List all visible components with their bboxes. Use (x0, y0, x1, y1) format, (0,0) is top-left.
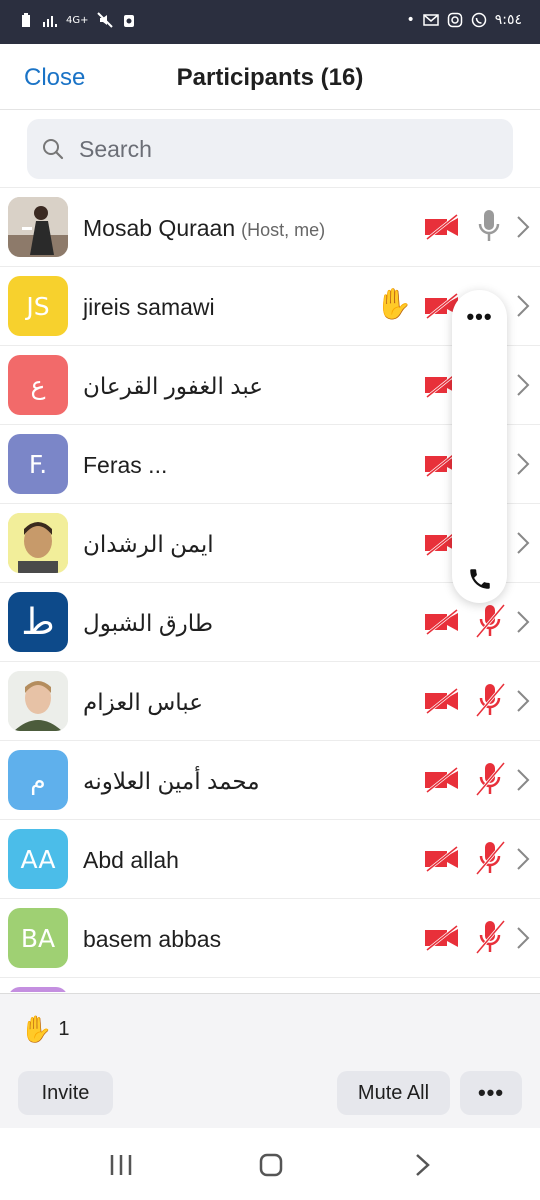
participant-name: عبد الغفور القرعان (83, 373, 263, 399)
avatar (8, 197, 68, 257)
chevron-right-icon[interactable] (516, 610, 530, 634)
video-off-icon (425, 767, 458, 793)
participant-row[interactable]: BA basem abbas (0, 899, 540, 978)
video-off-icon (425, 925, 458, 951)
avatar (8, 987, 68, 992)
participant-name: عباس العزام (83, 689, 203, 715)
participant-name: Feras ... (83, 452, 168, 478)
more-options-button[interactable]: ••• (452, 304, 507, 330)
video-off-icon (425, 214, 458, 240)
system-nav-bar (0, 1128, 540, 1200)
avatar-photo (8, 513, 68, 573)
clock: ٩:٥٤ (494, 12, 522, 28)
back-icon[interactable] (414, 1152, 432, 1178)
participant-name: طارق الشبول (83, 610, 214, 636)
floating-action-panel: ••• (452, 290, 507, 603)
raised-hands-summary[interactable]: ✋ 1 (20, 1014, 70, 1045)
avatar-initials: BA (20, 923, 56, 953)
host-tag: (Host, me) (241, 220, 326, 240)
whatsapp-icon (471, 12, 486, 28)
name-text: Mosab Quraan (83, 215, 236, 241)
network-type: 4G+ (66, 14, 89, 26)
raised-hands-count: 1 (58, 1018, 70, 1040)
chevron-right-icon[interactable] (516, 768, 530, 792)
avatar-initials: ط (21, 601, 55, 643)
search-input[interactable] (79, 131, 499, 167)
participant-row[interactable] (0, 978, 540, 992)
avatar: F. (8, 434, 68, 494)
participant-name: Abd allah (83, 847, 179, 873)
chevron-right-icon[interactable] (516, 531, 530, 555)
status-right: • ٩:٥٤ (406, 12, 522, 28)
video-off-icon (425, 609, 458, 635)
participant-row[interactable]: AA Abd allah (0, 820, 540, 899)
avatar-photo (8, 671, 68, 731)
avatar: م (8, 750, 68, 810)
chevron-right-icon[interactable] (516, 373, 530, 397)
search-bar[interactable] (27, 119, 513, 179)
video-off-icon (425, 846, 458, 872)
more-button[interactable]: ••• (460, 1071, 522, 1115)
participant-row[interactable]: Mosab Quraan (Host, me) (0, 188, 540, 267)
avatar: ط (8, 592, 68, 652)
participant-name: محمد أمين العلاونه (83, 768, 260, 794)
chevron-right-icon[interactable] (516, 215, 530, 239)
chevron-right-icon[interactable] (516, 926, 530, 950)
gmail-icon (422, 14, 439, 26)
avatar-photo (8, 197, 68, 257)
status-bar: 4G+ • ٩:٥٤ (0, 0, 540, 44)
participant-name: basem abbas (83, 926, 222, 952)
recycle-icon (123, 15, 134, 27)
dot-icon: • (406, 12, 415, 28)
mic-muted-icon (475, 604, 506, 638)
raised-hand-icon: ✋ (375, 288, 413, 321)
battery-icon (22, 13, 30, 27)
avatar-initials: F. (28, 449, 48, 479)
mic-muted-icon (475, 762, 506, 796)
mute-icon (96, 12, 113, 28)
status-left: 4G+ (18, 12, 137, 28)
avatar (8, 671, 68, 731)
raised-hand-icon: ✋ (20, 1014, 53, 1044)
avatar-initials: م (30, 765, 46, 795)
participant-name: ايمن الرشدان (83, 531, 214, 557)
participant-row[interactable]: م محمد أمين العلاونه (0, 741, 540, 820)
avatar: ع (8, 355, 68, 415)
mic-muted-icon (475, 920, 506, 954)
participant-name: jireis samawi (83, 294, 215, 320)
chevron-right-icon[interactable] (516, 452, 530, 476)
chevron-right-icon[interactable] (516, 294, 530, 318)
avatar-initials: AA (20, 844, 56, 874)
chevron-right-icon[interactable] (516, 689, 530, 713)
phone-icon[interactable] (467, 566, 493, 592)
mic-icon (478, 210, 500, 241)
participant-row[interactable]: عباس العزام (0, 662, 540, 741)
home-icon[interactable] (258, 1152, 284, 1178)
avatar-initials: JS (26, 291, 50, 321)
page-title: Participants (16) (176, 64, 364, 91)
avatar (8, 513, 68, 573)
signal-icon (43, 16, 57, 27)
avatar: JS (8, 276, 68, 336)
avatar: AA (8, 829, 68, 889)
recent-apps-icon[interactable] (108, 1152, 134, 1178)
chevron-right-icon[interactable] (516, 847, 530, 871)
participant-name: Mosab Quraan (Host, me) (83, 215, 325, 242)
mic-muted-icon (475, 683, 506, 717)
avatar: BA (8, 908, 68, 968)
avatar-initials: ع (30, 370, 46, 400)
bottom-toolbar: ✋ 1 Invite Mute All ••• (0, 993, 540, 1128)
video-off-icon (425, 688, 458, 714)
invite-button[interactable]: Invite (18, 1071, 113, 1115)
search-icon (43, 139, 64, 160)
mute-all-button[interactable]: Mute All (337, 1071, 450, 1115)
header: Close Participants (16) (0, 44, 540, 110)
instagram-icon (447, 12, 462, 28)
mic-muted-icon (475, 841, 506, 875)
